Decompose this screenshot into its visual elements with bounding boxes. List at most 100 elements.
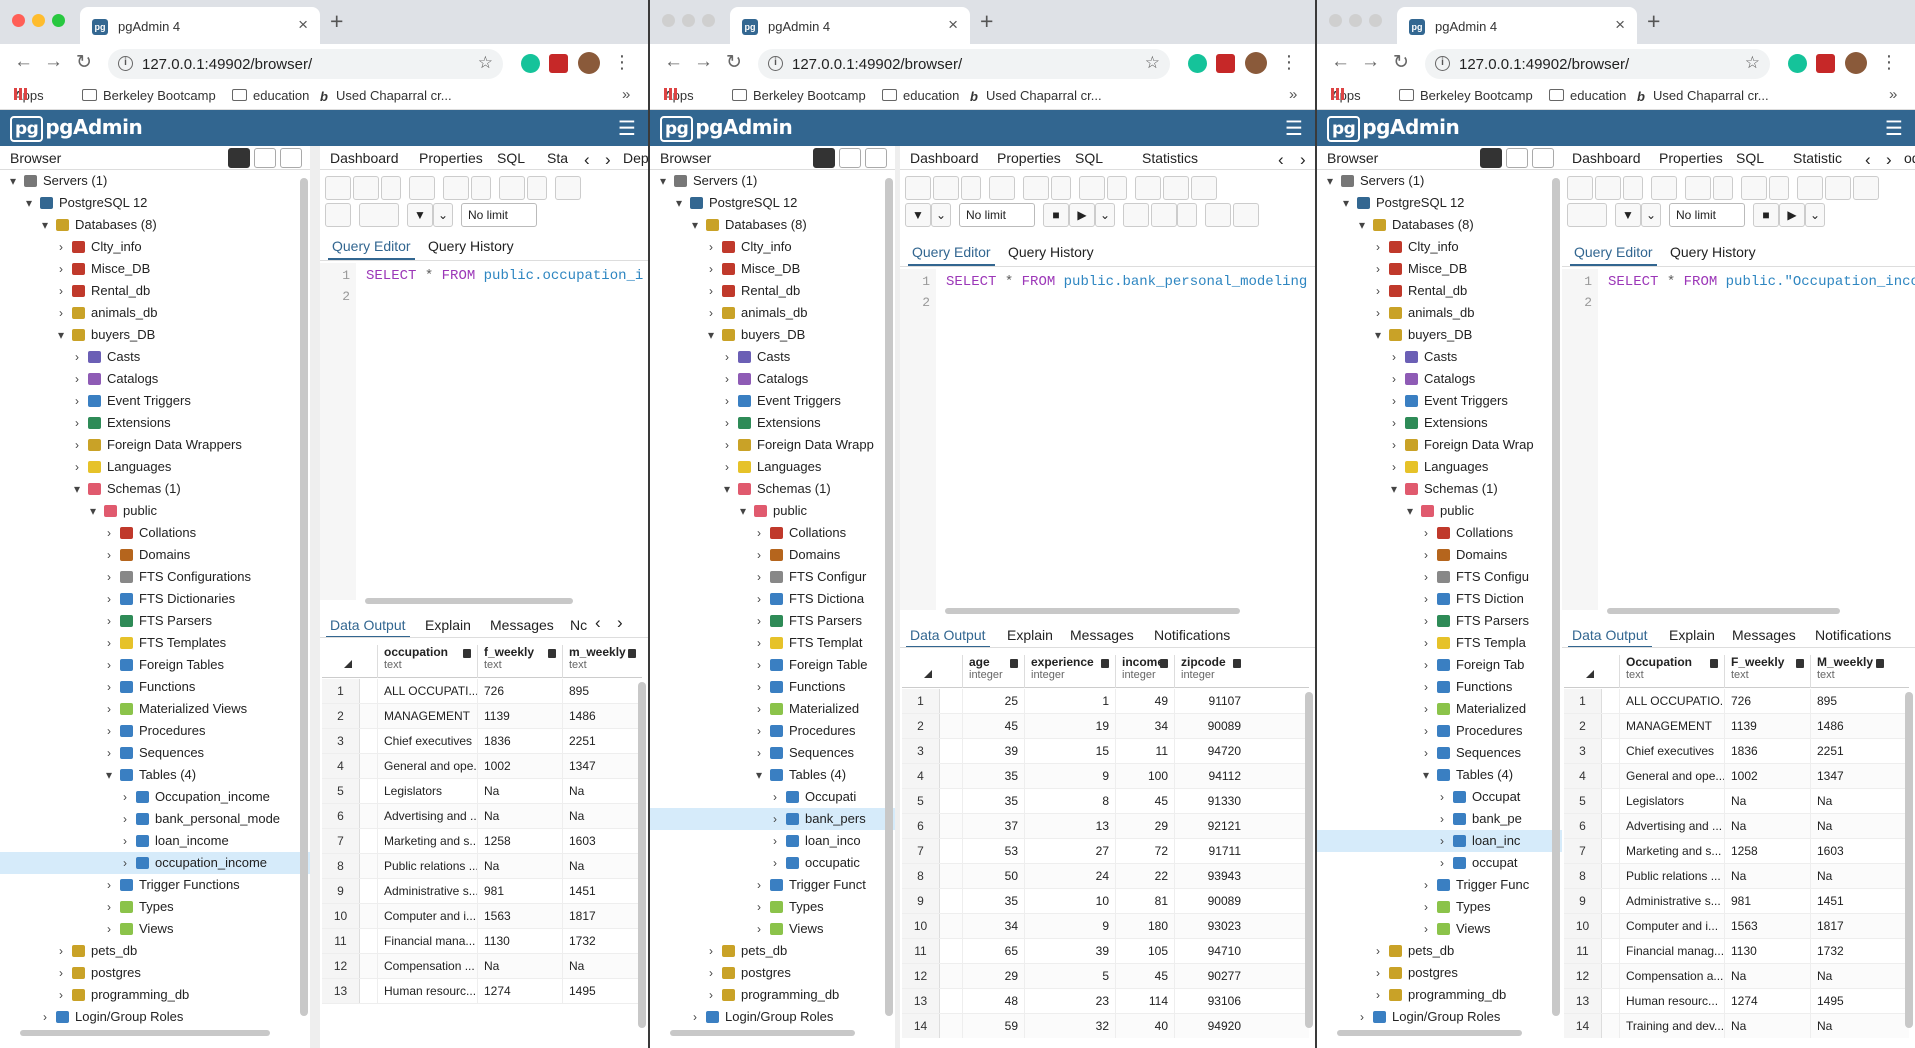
back-arrow-icon[interactable]: ← <box>664 51 683 73</box>
expand-right-icon[interactable]: › <box>722 390 732 412</box>
expand-down-icon[interactable]: ▾ <box>1389 478 1399 500</box>
tree-node[interactable]: › Procedures <box>0 720 310 742</box>
save-dropdown-icon[interactable] <box>961 176 981 200</box>
table-cell[interactable]: Na <box>1724 814 1810 838</box>
tree-node[interactable]: › FTS Templa <box>1317 632 1562 654</box>
table-cell[interactable]: 48 <box>962 989 1024 1013</box>
table-cell[interactable]: 1563 <box>477 904 562 928</box>
expand-right-icon[interactable]: › <box>1373 236 1383 258</box>
expand-right-icon[interactable]: › <box>1373 962 1383 984</box>
tree-node[interactable]: › Occupat <box>1317 786 1562 808</box>
table-cell[interactable]: 114 <box>1115 989 1174 1013</box>
expand-right-icon[interactable]: › <box>72 368 82 390</box>
table-cell[interactable]: 1603 <box>562 829 642 853</box>
tree-node[interactable]: › Extensions <box>1317 412 1562 434</box>
table-cell[interactable]: 22 <box>1115 864 1174 888</box>
tree-node[interactable]: › Foreign Table <box>650 654 895 676</box>
tree-node[interactable]: ▾ Tables (4) <box>0 764 310 786</box>
stop-icon[interactable]: ■ <box>1043 203 1069 227</box>
tree-node[interactable]: ▾ public <box>650 500 895 522</box>
tab-data-output[interactable]: Data Output <box>326 617 409 637</box>
expand-right-icon[interactable]: › <box>1389 434 1399 456</box>
table-cell[interactable]: 92121 <box>1174 814 1247 838</box>
find-icon[interactable] <box>1685 176 1711 200</box>
tree-node[interactable]: › pets_db <box>650 940 895 962</box>
editor-horizontal-scrollbar[interactable] <box>1607 608 1840 614</box>
query-tool-icon[interactable] <box>228 148 250 168</box>
expand-right-icon[interactable]: › <box>1389 456 1399 478</box>
expand-right-icon[interactable]: › <box>754 566 764 588</box>
tree-node[interactable]: › FTS Configurations <box>0 566 310 588</box>
row-number[interactable]: 7 <box>322 829 360 853</box>
table-cell[interactable]: Advertising and ... <box>1619 814 1724 838</box>
expand-right-icon[interactable]: › <box>754 676 764 698</box>
grid-icon[interactable] <box>989 176 1015 200</box>
tree-node[interactable]: › postgres <box>1317 962 1562 984</box>
table-cell[interactable]: 1347 <box>562 754 642 778</box>
row-number[interactable]: 11 <box>1564 939 1602 963</box>
select-all-corner[interactable] <box>924 670 932 678</box>
object-tab[interactable]: Properties <box>1659 150 1723 166</box>
expand-down-icon[interactable]: ▾ <box>706 324 716 346</box>
expand-right-icon[interactable]: › <box>770 830 780 852</box>
table-cell[interactable]: 94710 <box>1174 939 1247 963</box>
tree-node[interactable]: › Misce_DB <box>1317 258 1562 280</box>
expand-right-icon[interactable]: › <box>56 280 66 302</box>
tree-node[interactable]: › animals_db <box>650 302 895 324</box>
table-cell[interactable]: Chief executives <box>1619 739 1724 763</box>
open-file-icon[interactable] <box>905 176 931 200</box>
table-cell[interactable]: 2251 <box>1810 739 1890 763</box>
row-number[interactable]: 11 <box>322 929 360 953</box>
tree-node[interactable]: ▾ Servers (1) <box>650 170 895 192</box>
table-cell[interactable]: 45 <box>1115 964 1174 988</box>
row-number[interactable]: 5 <box>322 779 360 803</box>
site-info-icon[interactable]: i <box>1435 56 1450 71</box>
expand-right-icon[interactable]: › <box>754 632 764 654</box>
tab-scroll-left-icon[interactable]: ‹ <box>1865 150 1871 169</box>
table-row[interactable]: 11 65 39 105 94710 <box>902 939 1309 964</box>
tree-node[interactable]: › Misce_DB <box>0 258 310 280</box>
close-tab-icon[interactable]: × <box>948 15 958 35</box>
tree-scrollbar[interactable] <box>300 178 308 1016</box>
object-tab[interactable]: SQL <box>1075 150 1103 166</box>
reload-icon[interactable]: ↻ <box>726 51 742 74</box>
copy-icon[interactable] <box>1741 176 1767 200</box>
minimize-window-button[interactable] <box>682 14 695 27</box>
minimize-window-button[interactable] <box>1349 14 1362 27</box>
table-cell[interactable]: 40 <box>1115 1014 1174 1038</box>
tab-scroll-right-icon[interactable]: › <box>1886 150 1892 169</box>
tree-node[interactable]: › pets_db <box>1317 940 1562 962</box>
bookmark-item[interactable]: Apps <box>1331 88 1361 103</box>
expand-down-icon[interactable]: ▾ <box>658 170 668 192</box>
new-tab-button[interactable]: + <box>330 8 343 35</box>
tree-node[interactable]: › Event Triggers <box>650 390 895 412</box>
tab-messages[interactable]: Messages <box>490 617 554 633</box>
column-header[interactable]: income integer <box>1115 655 1174 688</box>
table-row[interactable]: 5 35 8 45 91330 <box>902 789 1309 814</box>
execute-icon[interactable]: ▶ <box>1779 203 1805 227</box>
tab-query-editor[interactable]: Query Editor <box>1570 244 1657 266</box>
tree-node[interactable]: › Casts <box>0 346 310 368</box>
tree-node[interactable]: ▾ Databases (8) <box>650 214 895 236</box>
table-cell[interactable]: 94112 <box>1174 764 1247 788</box>
object-tab[interactable]: Dashboard <box>330 150 399 166</box>
tree-node[interactable]: › Catalogs <box>650 368 895 390</box>
tab-query-editor[interactable]: Query Editor <box>908 244 995 266</box>
zoom-window-button[interactable] <box>52 14 65 27</box>
filter-icon[interactable]: ▼ <box>1615 203 1641 227</box>
table-cell[interactable]: 1139 <box>1724 714 1810 738</box>
editor-horizontal-scrollbar[interactable] <box>945 608 1240 614</box>
tree-node[interactable]: › Rental_db <box>650 280 895 302</box>
object-tab[interactable]: Statistic <box>1793 150 1842 166</box>
table-cell[interactable]: MANAGEMENT <box>377 704 477 728</box>
tree-node[interactable]: › Functions <box>1317 676 1562 698</box>
table-cell[interactable]: Administrative s... <box>377 879 477 903</box>
table-cell[interactable]: Na <box>562 854 642 878</box>
row-number[interactable]: 4 <box>902 764 940 788</box>
tab-explain[interactable]: Explain <box>1007 627 1053 643</box>
expand-right-icon[interactable]: › <box>1421 522 1431 544</box>
execute-dropdown-icon[interactable]: ⌄ <box>1805 203 1825 227</box>
tab-notifications[interactable]: Notifications <box>1815 627 1891 643</box>
table-cell[interactable]: 10 <box>1024 889 1115 913</box>
table-cell[interactable]: 50 <box>962 864 1024 888</box>
